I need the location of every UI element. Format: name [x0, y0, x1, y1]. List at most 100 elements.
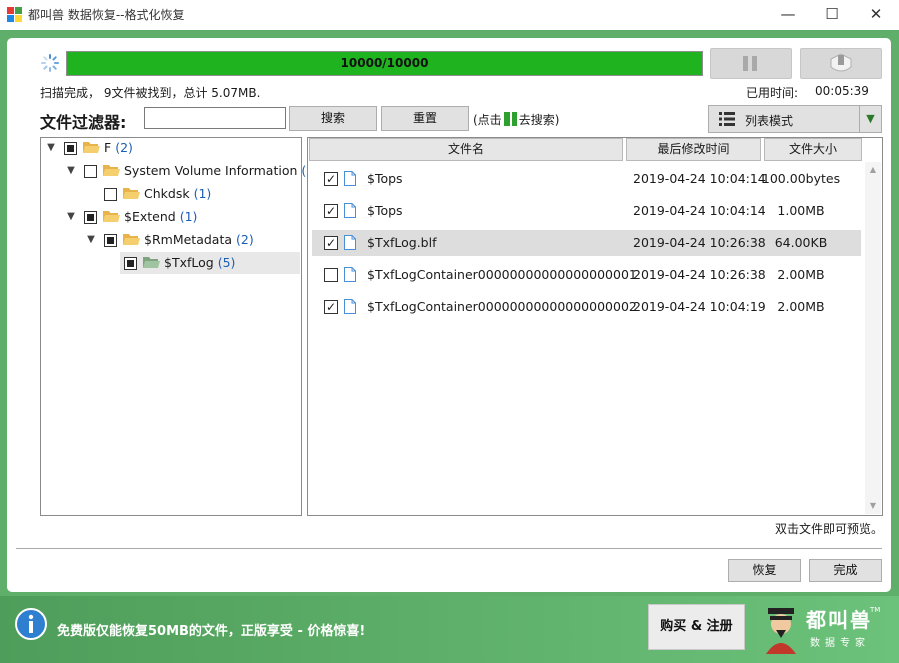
tree-node-label: Chkdsk (1)	[144, 186, 212, 201]
file-checkbox[interactable]: ✓	[324, 204, 338, 218]
app-logo-icon	[7, 7, 22, 22]
search-hint-prefix: (点击	[473, 113, 502, 127]
file-name: $TxfLog.blf	[367, 235, 437, 250]
document-icon	[344, 299, 356, 314]
tree-node-label: $TxfLog (5)	[164, 255, 236, 270]
mascot-icon	[766, 608, 796, 654]
tree-node-f[interactable]: ▼ F (2)	[41, 137, 300, 159]
file-row-selected[interactable]: ✓ $TxfLog.blf 2019-04-24 10:26:38 64.00K…	[312, 230, 861, 256]
folder-open-icon	[143, 257, 160, 268]
file-row[interactable]: ✓ $TxfLogContainer00000000000000000002 2…	[312, 294, 861, 320]
chevron-down-icon[interactable]: ▼	[64, 206, 78, 228]
tree-checkbox[interactable]	[104, 188, 117, 201]
file-checkbox[interactable]	[324, 268, 338, 282]
document-icon	[344, 203, 356, 218]
chevron-down-icon[interactable]: ▼	[84, 229, 98, 251]
trademark: TM	[870, 606, 881, 614]
recover-button[interactable]: 恢复	[728, 559, 801, 582]
tree-checkbox[interactable]	[84, 211, 97, 224]
column-header-modified[interactable]: 最后修改时间	[626, 138, 761, 161]
document-icon	[344, 171, 356, 186]
stop-icon	[830, 53, 852, 72]
file-modified: 2019-04-24 10:26:38	[633, 267, 766, 282]
document-icon	[344, 235, 356, 250]
file-row[interactable]: ✓ $Tops 2019-04-24 10:04:14 100.00bytes	[312, 166, 861, 192]
tree-node-label: $RmMetadata (2)	[144, 232, 254, 247]
tree-node-txflog[interactable]: $TxfLog (5)	[120, 252, 300, 274]
column-header-size[interactable]: 文件大小	[764, 138, 862, 161]
file-size: 2.00MB	[777, 299, 825, 314]
scan-status-text: 扫描完成， 9文件被找到，总计 5.07MB.	[40, 86, 261, 100]
file-filter-label: 文件过滤器:	[40, 113, 127, 132]
tree-checkbox[interactable]	[84, 165, 97, 178]
column-header-name[interactable]: 文件名	[309, 138, 623, 161]
tree-node-label: $Extend (1)	[124, 209, 198, 224]
divider	[16, 548, 882, 549]
pause-button[interactable]	[710, 48, 792, 79]
file-size: 2.00MB	[777, 267, 825, 282]
tree-node-label: F (2)	[104, 140, 133, 155]
file-row[interactable]: ✓ $Tops 2019-04-24 10:04:14 1.00MB	[312, 198, 861, 224]
minimize-button[interactable]: —	[765, 0, 811, 30]
file-row[interactable]: $TxfLogContainer00000000000000000001 201…	[312, 262, 861, 288]
search-hint-suffix: 去搜索)	[518, 113, 560, 127]
view-mode-label: 列表模式	[745, 114, 794, 128]
close-button[interactable]: ✕	[853, 0, 899, 30]
loading-spinner-icon	[41, 54, 59, 72]
file-size: 64.00KB	[774, 235, 828, 250]
document-icon	[344, 267, 356, 282]
reset-button[interactable]: 重置	[381, 106, 469, 131]
tree-checkbox[interactable]	[64, 142, 77, 155]
file-size: 100.00bytes	[761, 171, 841, 186]
window-title: 都叫兽 数据恢复--格式化恢复	[28, 8, 185, 22]
promo-banner: 免费版仅能恢复50MB的文件，正版享受 - 价格惊喜! 购买 & 注册 都叫兽 …	[0, 596, 899, 663]
preview-hint: 双击文件即可预览。	[775, 522, 884, 536]
file-checkbox[interactable]: ✓	[324, 172, 338, 186]
scan-progress-bar: 10000/10000	[66, 51, 703, 76]
chevron-down-icon[interactable]: ▼	[859, 106, 881, 132]
info-icon	[15, 608, 47, 640]
brand-name: 都叫兽	[806, 608, 872, 632]
tree-checkbox[interactable]	[104, 234, 117, 247]
folder-open-icon	[123, 188, 140, 199]
file-modified: 2019-04-24 10:04:19	[633, 299, 766, 314]
search-button[interactable]: 搜索	[289, 106, 377, 131]
search-hint: (点击 去搜索)	[473, 111, 559, 128]
file-modified: 2019-04-24 10:04:14	[633, 203, 766, 218]
file-size: 1.00MB	[777, 203, 825, 218]
brand-subtitle: 数据专家	[810, 638, 870, 649]
title-bar: 都叫兽 数据恢复--格式化恢复 — ☐ ✕	[0, 0, 899, 30]
file-checkbox[interactable]: ✓	[324, 236, 338, 250]
chevron-down-icon[interactable]: ▼	[64, 160, 78, 182]
vertical-scrollbar[interactable]: ▲ ▼	[865, 162, 881, 514]
list-view-icon	[719, 112, 735, 126]
chevron-down-icon[interactable]: ▼	[44, 137, 58, 159]
folder-open-icon	[103, 165, 120, 176]
tree-node-rmmetadata[interactable]: ▼ $RmMetadata (2)	[41, 229, 300, 251]
tree-checkbox[interactable]	[124, 257, 137, 270]
maximize-button[interactable]: ☐	[809, 0, 855, 30]
folder-open-icon	[123, 234, 140, 245]
file-filter-input[interactable]	[144, 107, 286, 129]
file-name: $TxfLogContainer00000000000000000002	[367, 299, 637, 314]
file-modified: 2019-04-24 10:04:14	[633, 171, 766, 186]
finish-button[interactable]: 完成	[809, 559, 882, 582]
tree-node-extend[interactable]: ▼ $Extend (1)	[41, 206, 300, 228]
scroll-down-icon[interactable]: ▼	[865, 498, 881, 514]
progress-text: 10000/10000	[340, 56, 429, 70]
view-mode-dropdown[interactable]: 列表模式 ▼	[708, 105, 882, 133]
elapsed-time-value: 00:05:39	[815, 84, 869, 98]
folder-open-icon	[103, 211, 120, 222]
stop-button[interactable]	[800, 48, 882, 79]
file-checkbox[interactable]: ✓	[324, 300, 338, 314]
elapsed-time-label: 已用时间:	[746, 86, 799, 100]
scroll-up-icon[interactable]: ▲	[865, 162, 881, 178]
brand-logo: 都叫兽 数据专家 TM	[750, 602, 893, 656]
tree-node-chkdsk[interactable]: Chkdsk (1)	[41, 183, 300, 205]
file-name: $Tops	[367, 203, 403, 218]
file-name: $TxfLogContainer00000000000000000001	[367, 267, 637, 282]
filter-toggle-icon	[503, 112, 517, 126]
buy-register-button[interactable]: 购买 & 注册	[648, 604, 745, 650]
tree-node-system-volume-information[interactable]: ▼ System Volume Information (3)	[41, 160, 319, 182]
folder-open-icon	[83, 142, 100, 153]
